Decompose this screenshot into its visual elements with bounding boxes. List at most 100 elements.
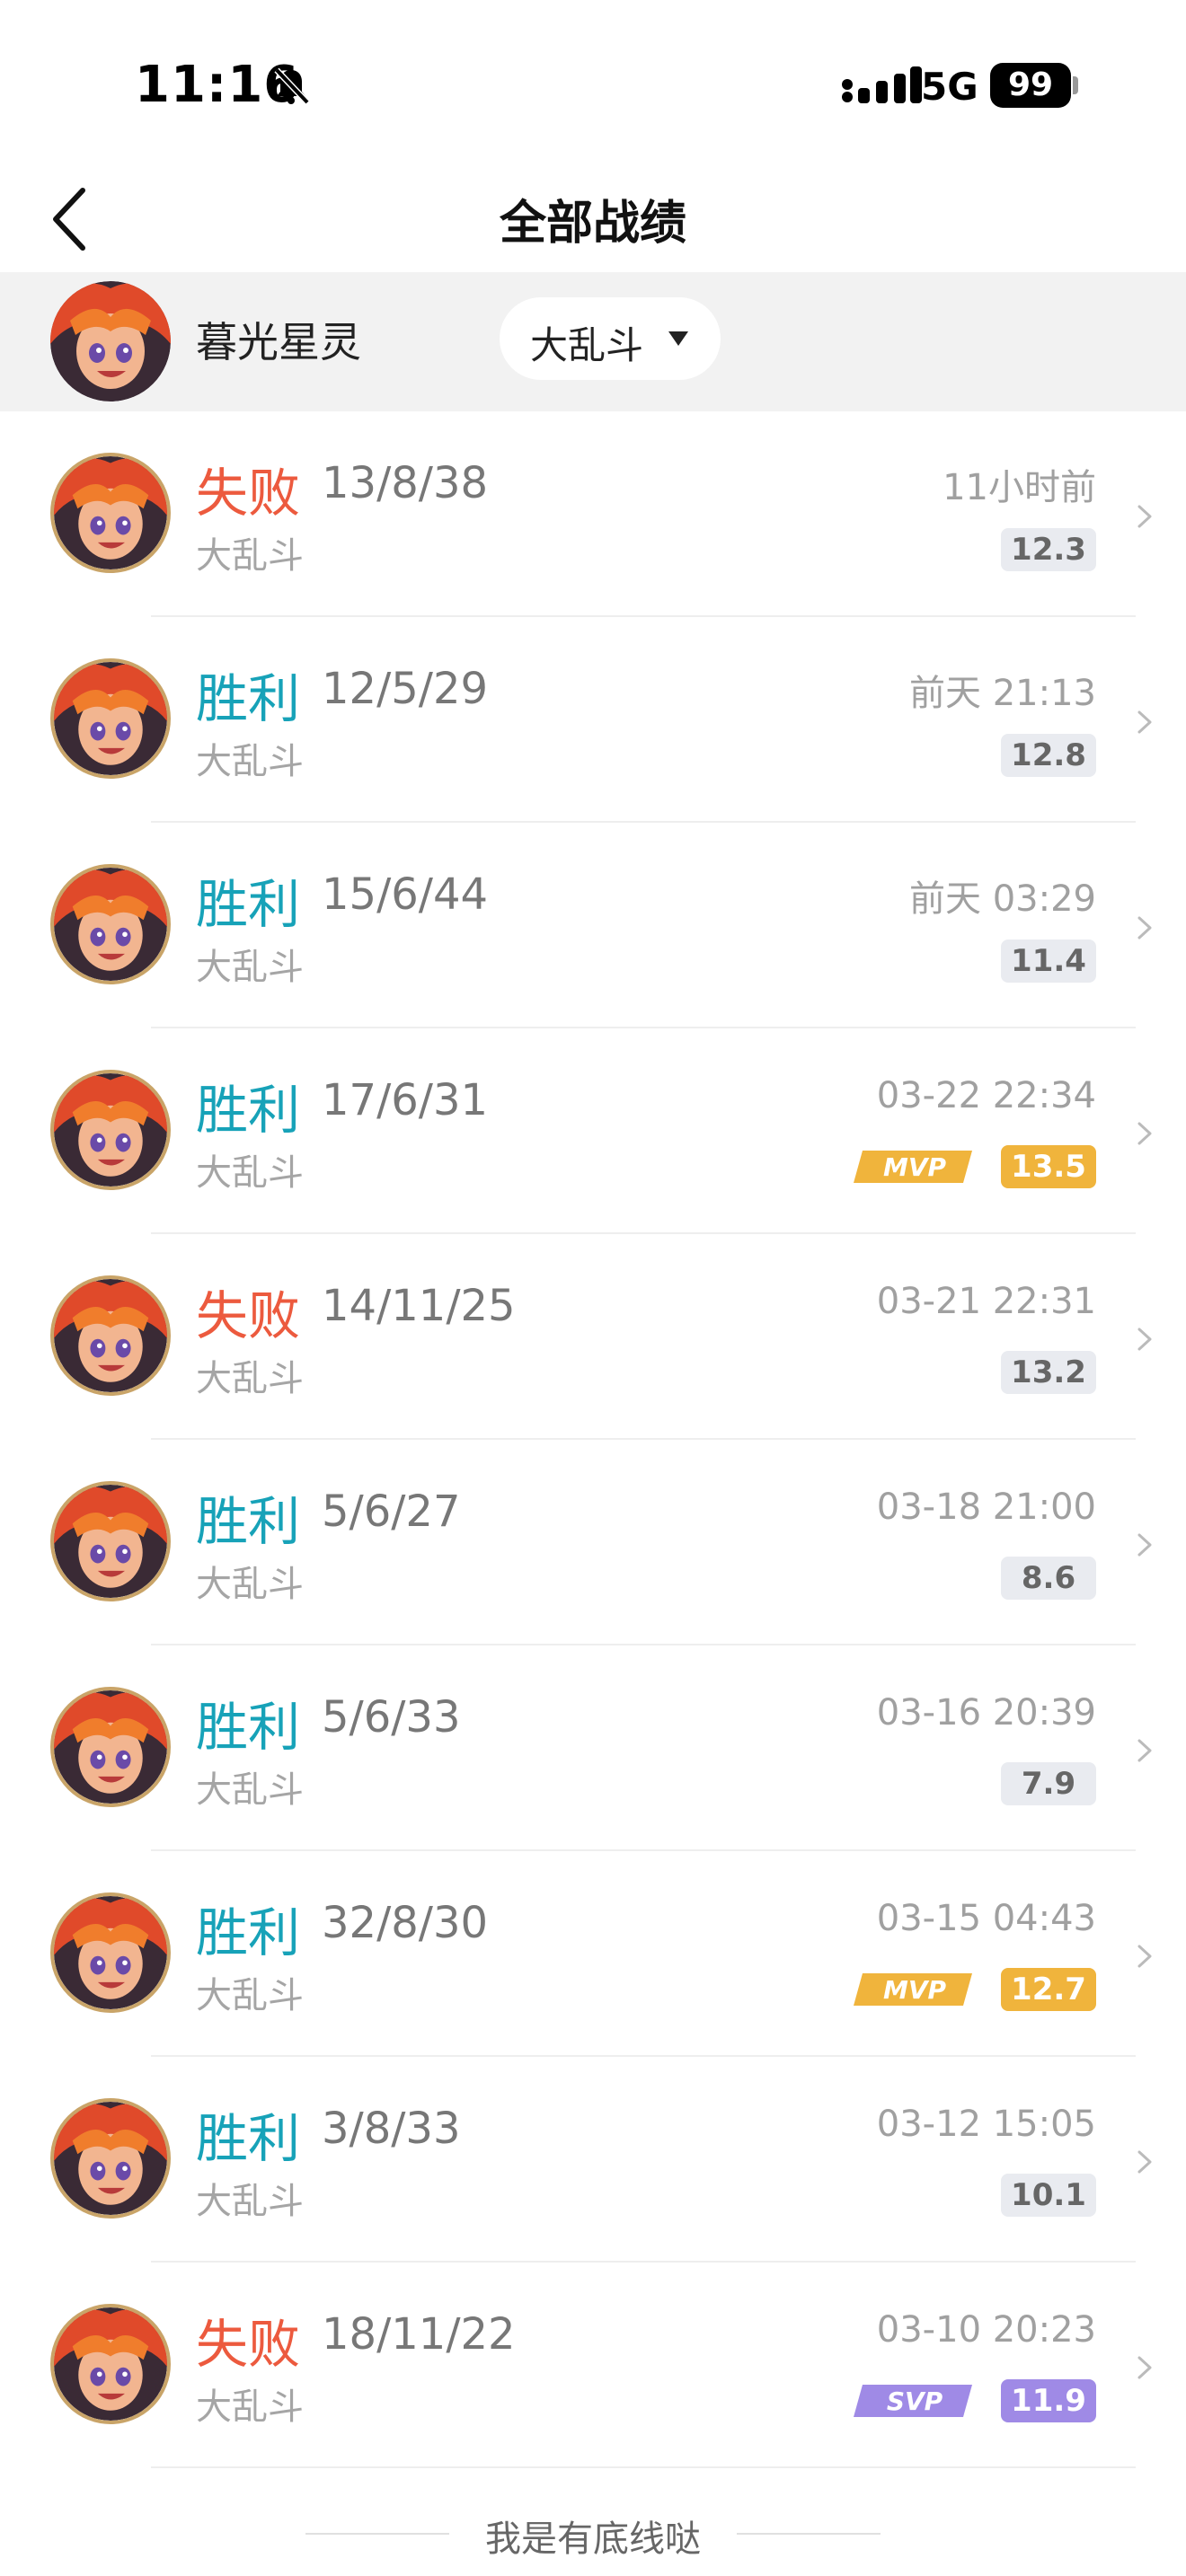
match-kda: 13/8/38: [322, 458, 489, 508]
match-score-badge: 10.1: [1001, 2174, 1096, 2217]
mode-filter-label: 大乱斗: [530, 323, 644, 367]
award-badge-icon: SVP: [854, 2385, 972, 2417]
match-row[interactable]: 胜利 5/6/27 大乱斗 03-18 21:00 8.6: [0, 1440, 1186, 1645]
footer-divider-right: [737, 2533, 881, 2535]
match-kda: 5/6/33: [322, 1692, 461, 1742]
hero-portrait: [54, 662, 167, 775]
match-kda: 17/6/31: [322, 1075, 489, 1125]
match-result: 失败: [196, 2314, 301, 2375]
match-mode: 大乱斗: [196, 1975, 304, 2016]
network-type: 5G: [921, 65, 978, 109]
match-time: 前天 03:29: [909, 878, 1096, 920]
chevron-right-icon: [1137, 1328, 1152, 1351]
chevron-right-icon: [1137, 916, 1152, 940]
hero-avatar: [50, 2098, 171, 2219]
caret-down-icon: [668, 331, 688, 346]
nav-bar: 全部战绩: [0, 171, 1186, 269]
match-row[interactable]: 胜利 17/6/31 大乱斗 03-22 22:34 MVP 13.5: [0, 1028, 1186, 1234]
avatar[interactable]: [50, 281, 171, 401]
match-mode: 大乱斗: [196, 535, 304, 577]
hero-avatar: [50, 1687, 171, 1807]
battery-indicator: 99: [990, 63, 1071, 108]
bell-slash-icon: [274, 67, 310, 105]
match-time: 03-22 22:34: [876, 1075, 1096, 1116]
hero-avatar: [50, 658, 171, 779]
hero-portrait: [54, 1073, 167, 1187]
match-kda: 32/8/30: [322, 1898, 489, 1948]
match-score-badge: 12.7: [1001, 1968, 1096, 2011]
match-mode: 大乱斗: [196, 1564, 304, 1605]
chevron-right-icon: [1137, 1122, 1152, 1145]
match-score-badge: 11.9: [1001, 2379, 1096, 2422]
match-time: 前天 21:13: [909, 673, 1096, 714]
hero-avatar: [50, 1892, 171, 2013]
match-result: 胜利: [196, 874, 301, 935]
match-kda: 12/5/29: [322, 664, 489, 714]
chevron-right-icon: [1137, 2150, 1152, 2174]
match-score-badge: 11.4: [1001, 940, 1096, 983]
match-result: 胜利: [196, 1491, 301, 1552]
svg-text:MVP: MVP: [883, 1152, 947, 1182]
hero-portrait: [50, 281, 171, 401]
hero-avatar: [50, 1481, 171, 1601]
match-mode: 大乱斗: [196, 1152, 304, 1194]
match-row[interactable]: 失败 14/11/25 大乱斗 03-21 22:31 13.2: [0, 1234, 1186, 1440]
mode-filter-dropdown[interactable]: 大乱斗: [500, 297, 721, 380]
footer-text: 我是有底线哒: [485, 2519, 701, 2560]
match-time: 03-18 21:00: [876, 1486, 1096, 1528]
hero-portrait: [54, 2307, 167, 2421]
page-title: 全部战绩: [499, 197, 686, 251]
match-result: 胜利: [196, 668, 301, 729]
player-name: 暮光星灵: [196, 318, 361, 366]
hero-avatar: [50, 1275, 171, 1396]
match-kda: 3/8/33: [322, 2104, 461, 2154]
match-time: 03-15 04:43: [876, 1898, 1096, 1939]
match-result: 胜利: [196, 1902, 301, 1963]
match-score-badge: 13.5: [1001, 1145, 1096, 1188]
match-mode: 大乱斗: [196, 2181, 304, 2222]
match-result: 失败: [196, 1285, 301, 1346]
match-time: 11小时前: [943, 467, 1096, 508]
hero-portrait: [54, 1896, 167, 2009]
cellular-signal-icon: [842, 66, 922, 103]
chevron-right-icon: [1137, 710, 1152, 734]
match-row[interactable]: 胜利 15/6/44 大乱斗 前天 03:29 11.4: [0, 823, 1186, 1028]
match-row[interactable]: 胜利 5/6/33 大乱斗 03-16 20:39 7.9: [0, 1645, 1186, 1851]
match-kda: 15/6/44: [322, 869, 489, 920]
match-score-badge: 8.6: [1001, 1557, 1096, 1600]
hero-portrait: [54, 456, 167, 569]
row-divider: [151, 2466, 1136, 2468]
match-row[interactable]: 胜利 12/5/29 大乱斗 前天 21:13 12.8: [0, 617, 1186, 823]
match-time: 03-10 20:23: [876, 2309, 1096, 2351]
match-row[interactable]: 胜利 3/8/33 大乱斗 03-12 15:05 10.1: [0, 2057, 1186, 2263]
hero-portrait: [54, 2102, 167, 2215]
match-row[interactable]: 失败 13/8/38 大乱斗 11小时前 12.3: [0, 411, 1186, 617]
hero-avatar: [50, 453, 171, 573]
hero-avatar: [50, 864, 171, 984]
match-kda: 5/6/27: [322, 1486, 461, 1537]
award-badge-icon: MVP: [854, 1973, 972, 2006]
match-score-badge: 12.3: [1001, 528, 1096, 571]
match-mode: 大乱斗: [196, 1769, 304, 1811]
player-header: 暮光星灵 大乱斗: [0, 272, 1186, 411]
hero-portrait: [54, 868, 167, 981]
match-kda: 18/11/22: [322, 2309, 516, 2360]
match-time: 03-16 20:39: [876, 1692, 1096, 1734]
match-mode: 大乱斗: [196, 947, 304, 988]
award-badge-icon: MVP: [854, 1151, 972, 1183]
match-result: 失败: [196, 463, 301, 524]
match-mode: 大乱斗: [196, 1358, 304, 1399]
svg-text:MVP: MVP: [883, 1975, 947, 2005]
match-row[interactable]: 胜利 32/8/30 大乱斗 03-15 04:43 MVP 12.7: [0, 1851, 1186, 2057]
hero-portrait: [54, 1279, 167, 1392]
chevron-right-icon: [1137, 1533, 1152, 1557]
hero-portrait: [54, 1690, 167, 1804]
match-row[interactable]: 失败 18/11/22 大乱斗 03-10 20:23 SVP 11.9: [0, 2263, 1186, 2468]
hero-avatar: [50, 2304, 171, 2424]
hero-portrait: [54, 1485, 167, 1598]
status-bar: 11:16 5G 99: [0, 0, 1186, 171]
chevron-right-icon: [1137, 505, 1152, 528]
chevron-right-icon: [1137, 1945, 1152, 1968]
svg-text:SVP: SVP: [887, 2386, 943, 2416]
match-time: 03-21 22:31: [876, 1281, 1096, 1322]
